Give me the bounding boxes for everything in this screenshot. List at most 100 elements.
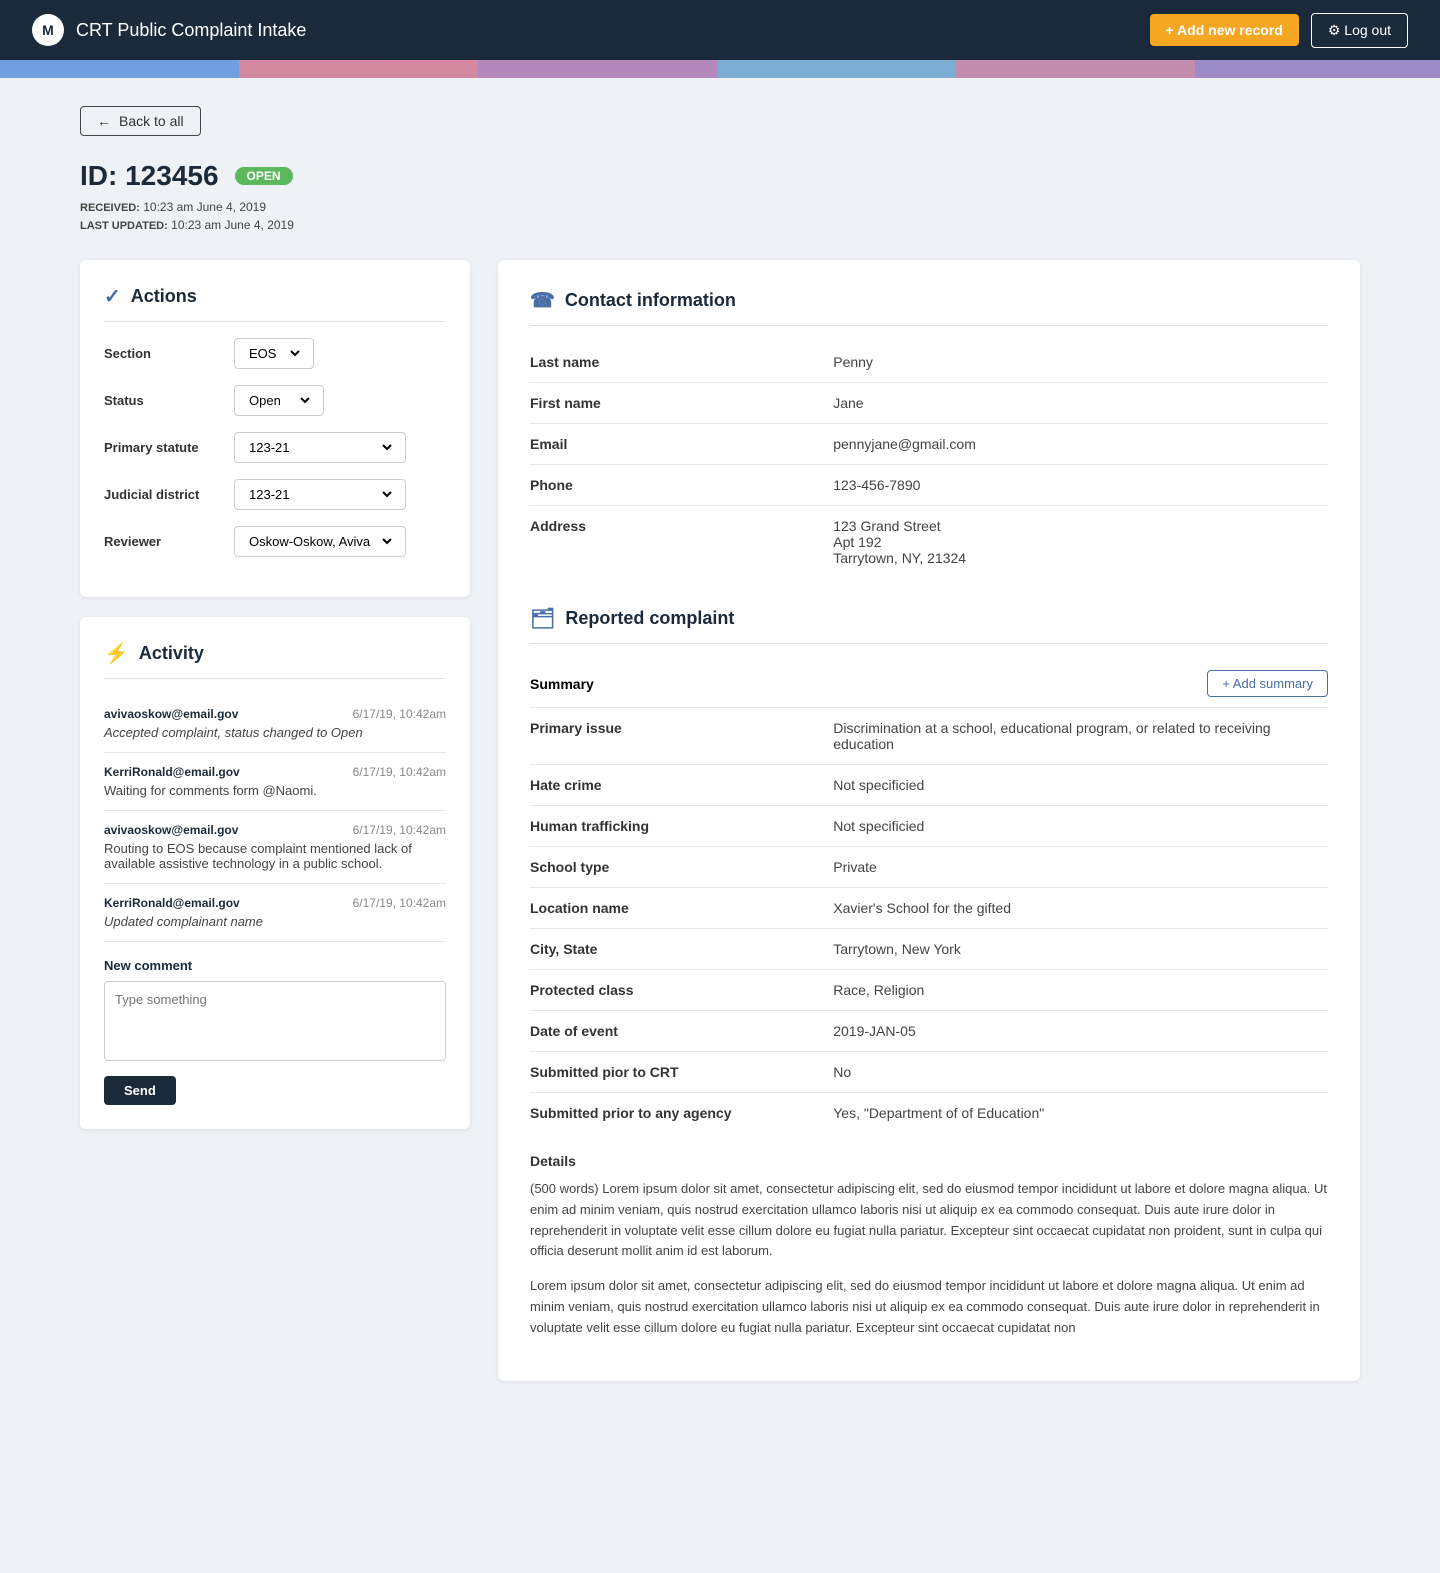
actions-icon: ✓: [104, 284, 121, 309]
send-button[interactable]: Send: [104, 1076, 176, 1105]
left-column: ✓ Actions Section EOS CRT Other Status: [80, 260, 470, 1129]
contact-row-address: Address 123 Grand Street Apt 192 Tarryto…: [530, 506, 1328, 579]
complaint-field-label: Protected class: [530, 970, 833, 1011]
activity-item: avivaoskow@email.gov 6/17/19, 10:42am Ro…: [104, 811, 446, 884]
reviewer-label: Reviewer: [104, 534, 234, 549]
complaint-row: Human trafficking Not specificied: [530, 806, 1328, 847]
complaint-section-title: 🗂 Reported complaint: [530, 606, 1328, 644]
contact-label: Phone: [530, 465, 833, 506]
section-label: Section: [104, 346, 234, 361]
actions-title: ✓ Actions: [104, 284, 446, 322]
contact-row-phone: Phone 123-456-7890: [530, 465, 1328, 506]
complaint-table: Primary issue Discrimination at a school…: [530, 708, 1328, 1133]
complaint-row: Submitted pior to CRT No: [530, 1052, 1328, 1093]
contact-table: Last name Penny First name Jane Email pe…: [530, 342, 1328, 578]
app-logo: M: [32, 14, 64, 46]
add-summary-button[interactable]: + Add summary: [1207, 670, 1328, 697]
judicial-district-row: Judicial district 123-21 456-78: [104, 479, 446, 510]
right-card: ☎ Contact information Last name Penny Fi…: [498, 260, 1360, 1381]
activity-text: Routing to EOS because complaint mention…: [104, 841, 446, 871]
complaint-field-value: Not specificied: [833, 765, 1328, 806]
contact-row-firstname: First name Jane: [530, 383, 1328, 424]
comment-textarea[interactable]: [104, 981, 446, 1061]
activity-meta: KerriRonald@email.gov 6/17/19, 10:42am: [104, 896, 446, 910]
complaint-row: Date of event 2019-JAN-05: [530, 1011, 1328, 1052]
complaint-row: School type Private: [530, 847, 1328, 888]
primary-statute-label: Primary statute: [104, 440, 234, 455]
back-arrow-icon: ←: [97, 113, 111, 129]
complaint-row: Primary issue Discrimination at a school…: [530, 708, 1328, 765]
details-text-1: (500 words) Lorem ipsum dolor sit amet, …: [530, 1179, 1328, 1262]
contact-value: 123 Grand Street Apt 192 Tarrytown, NY, …: [833, 506, 1328, 579]
right-column: ☎ Contact information Last name Penny Fi…: [498, 260, 1360, 1381]
primary-statute-select[interactable]: 123-21 456-78 789-01: [245, 439, 395, 456]
activity-card: ⚡ Activity avivaoskow@email.gov 6/17/19,…: [80, 617, 470, 1129]
add-new-record-button[interactable]: + Add new record: [1150, 14, 1299, 46]
reviewer-row: Reviewer Oskow-Oskow, Aviva Smith, John: [104, 526, 446, 557]
complaint-field-label: Date of event: [530, 1011, 833, 1052]
header-right: + Add new record ⚙ Log out: [1150, 13, 1409, 48]
details-section: Details (500 words) Lorem ipsum dolor si…: [530, 1153, 1328, 1339]
contact-value: Jane: [833, 383, 1328, 424]
activity-time: 6/17/19, 10:42am: [353, 765, 446, 779]
activity-meta: avivaoskow@email.gov 6/17/19, 10:42am: [104, 823, 446, 837]
complaint-field-value: 2019-JAN-05: [833, 1011, 1328, 1052]
complaint-row: Protected class Race, Religion: [530, 970, 1328, 1011]
complaint-field-label: Hate crime: [530, 765, 833, 806]
main-content: ← Back to all ID: 123456 OPEN RECEIVED: …: [0, 78, 1440, 1421]
activity-text: Accepted complaint, status changed to Op…: [104, 725, 446, 740]
judicial-district-select[interactable]: 123-21 456-78: [245, 486, 395, 503]
activity-title: ⚡ Activity: [104, 641, 446, 679]
activity-icon: ⚡: [104, 641, 129, 666]
record-id-row: ID: 123456 OPEN: [80, 160, 1360, 192]
back-to-all-button[interactable]: ← Back to all: [80, 106, 201, 136]
app-title: CRT Public Complaint Intake: [76, 20, 306, 41]
activity-user: avivaoskow@email.gov: [104, 707, 238, 721]
summary-label: Summary: [530, 676, 594, 692]
status-label: Status: [104, 393, 234, 408]
updated-meta: LAST UPDATED: 10:23 am June 4, 2019: [80, 218, 1360, 232]
header-left: M CRT Public Complaint Intake: [32, 14, 306, 46]
complaint-field-label: City, State: [530, 929, 833, 970]
updated-value: 10:23 am June 4, 2019: [171, 218, 294, 232]
back-button-label: Back to all: [119, 113, 184, 129]
complaint-field-value: Race, Religion: [833, 970, 1328, 1011]
details-label: Details: [530, 1153, 1328, 1169]
status-select-wrapper[interactable]: Open Closed Pending: [234, 385, 324, 416]
new-comment-label: New comment: [104, 958, 446, 973]
activity-time: 6/17/19, 10:42am: [353, 707, 446, 721]
status-select[interactable]: Open Closed Pending: [245, 392, 313, 409]
activity-meta: KerriRonald@email.gov 6/17/19, 10:42am: [104, 765, 446, 779]
section-select[interactable]: EOS CRT Other: [245, 345, 303, 362]
status-row: Status Open Closed Pending: [104, 385, 446, 416]
contact-value: pennyjane@gmail.com: [833, 424, 1328, 465]
summary-row: Summary + Add summary: [530, 660, 1328, 708]
actions-title-text: Actions: [131, 286, 197, 307]
judicial-district-select-wrapper[interactable]: 123-21 456-78: [234, 479, 406, 510]
activity-user: avivaoskow@email.gov: [104, 823, 238, 837]
activity-title-text: Activity: [139, 643, 204, 664]
complaint-field-label: Location name: [530, 888, 833, 929]
reviewer-select[interactable]: Oskow-Oskow, Aviva Smith, John: [245, 533, 395, 550]
complaint-field-value: Tarrytown, New York: [833, 929, 1328, 970]
complaint-title-text: Reported complaint: [565, 608, 734, 629]
contact-value: Penny: [833, 342, 1328, 383]
complaint-field-value: Xavier's School for the gifted: [833, 888, 1328, 929]
section-row: Section EOS CRT Other: [104, 338, 446, 369]
section-select-wrapper[interactable]: EOS CRT Other: [234, 338, 314, 369]
received-label: RECEIVED:: [80, 202, 140, 214]
status-badge: OPEN: [235, 167, 293, 185]
judicial-district-label: Judicial district: [104, 487, 234, 502]
complaint-row: City, State Tarrytown, New York: [530, 929, 1328, 970]
activity-text: Updated complainant name: [104, 914, 446, 929]
activity-user: KerriRonald@email.gov: [104, 765, 240, 779]
contact-label: First name: [530, 383, 833, 424]
contact-row-email: Email pennyjane@gmail.com: [530, 424, 1328, 465]
contact-label: Email: [530, 424, 833, 465]
contact-title-text: Contact information: [565, 290, 736, 311]
contact-section-title: ☎ Contact information: [530, 288, 1328, 326]
primary-statute-select-wrapper[interactable]: 123-21 456-78 789-01: [234, 432, 406, 463]
reviewer-select-wrapper[interactable]: Oskow-Oskow, Aviva Smith, John: [234, 526, 406, 557]
logout-button[interactable]: ⚙ Log out: [1311, 13, 1408, 48]
record-id-prefix: ID:: [80, 160, 117, 191]
